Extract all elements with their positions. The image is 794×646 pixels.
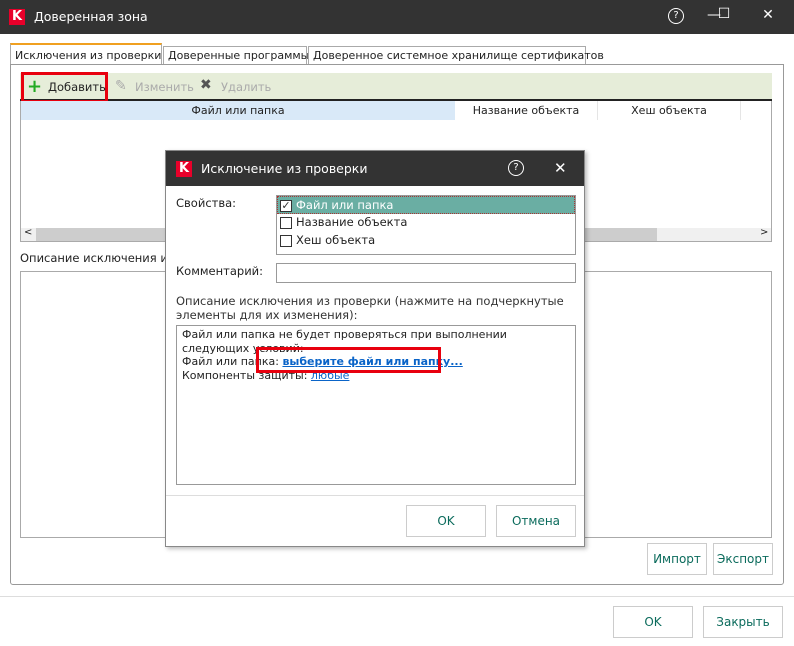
plus-icon: +: [27, 76, 43, 97]
comment-label: Комментарий:: [176, 264, 264, 278]
exclusion-dialog: K Исключение из проверки ? ✕ Свойства: ✓…: [165, 150, 585, 547]
scroll-right-icon[interactable]: >: [760, 227, 768, 238]
dialog-title: Исключение из проверки: [201, 161, 368, 176]
dialog-ok-button[interactable]: OK: [406, 505, 486, 537]
column-header-hash[interactable]: Хеш объекта: [598, 101, 741, 120]
maximize-button[interactable]: ☐: [714, 6, 734, 22]
import-button[interactable]: Импорт: [647, 543, 707, 575]
tab-trusted-certificates[interactable]: Доверенное системное хранилище сертифика…: [308, 46, 604, 64]
toolbar: [20, 73, 772, 101]
checkbox-checked-icon[interactable]: ✓: [280, 199, 292, 212]
help-icon[interactable]: ?: [668, 8, 684, 24]
dialog-description-label: Описание исключения из проверки (нажмите…: [176, 294, 564, 322]
window-title: Доверенная зона: [34, 9, 148, 24]
edit-button[interactable]: Изменить: [135, 80, 194, 94]
help-icon[interactable]: ?: [508, 160, 524, 176]
property-name[interactable]: Название объекта: [277, 214, 575, 232]
divider: [0, 596, 794, 597]
tab-exclusions[interactable]: Исключения из проверки: [10, 43, 162, 65]
description-label: Описание исключения из п: [20, 251, 186, 265]
kaspersky-logo-icon: K: [9, 9, 25, 25]
column-header-file[interactable]: Файл или папка: [21, 101, 455, 120]
properties-label: Свойства:: [176, 196, 237, 210]
export-button[interactable]: Экспорт: [713, 543, 773, 575]
checkbox-icon[interactable]: [280, 234, 292, 247]
scroll-left-icon[interactable]: <: [24, 227, 32, 238]
column-header-name[interactable]: Название объекта: [455, 101, 598, 120]
checkbox-icon[interactable]: [280, 216, 292, 229]
add-button[interactable]: Добавить: [48, 80, 106, 94]
close-window-button[interactable]: Закрыть: [703, 606, 783, 638]
dialog-cancel-button[interactable]: Отмена: [496, 505, 576, 537]
delete-icon: ✖: [200, 77, 212, 93]
kaspersky-logo-icon: K: [176, 161, 192, 177]
dialog-divider: [166, 495, 584, 496]
highlight-file-link: [256, 347, 441, 373]
tab-trusted-programs[interactable]: Доверенные программы: [163, 46, 309, 64]
property-hash[interactable]: Хеш объекта: [277, 232, 575, 250]
property-file[interactable]: ✓ Файл или папка: [277, 196, 575, 214]
properties-list[interactable]: ✓ Файл или папка Название объекта Хеш объ…: [276, 195, 576, 255]
delete-button[interactable]: Удалить: [221, 80, 271, 94]
dialog-close-button[interactable]: ✕: [554, 159, 567, 177]
comment-input[interactable]: [276, 263, 576, 283]
ok-button[interactable]: OK: [613, 606, 693, 638]
close-button[interactable]: ✕: [758, 7, 778, 23]
pencil-icon: ✎: [115, 78, 127, 94]
